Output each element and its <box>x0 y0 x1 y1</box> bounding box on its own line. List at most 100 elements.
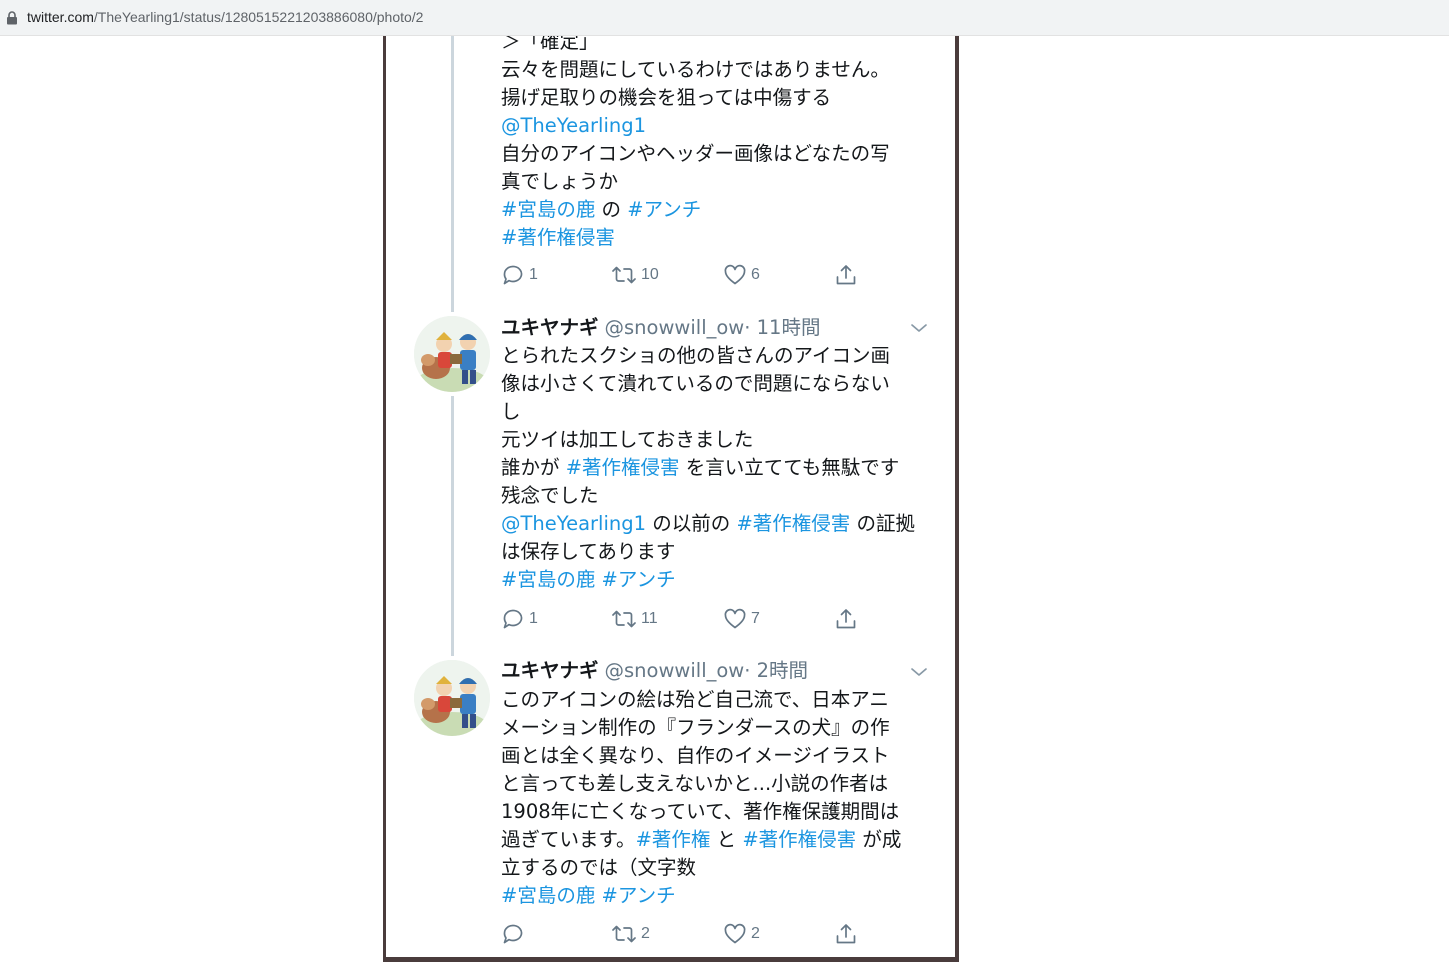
tweet-text-line: 1908年に亡くなっていて、著作権保護期間は <box>501 798 931 826</box>
tweet-text-line: 画とは全く異なり、自作のイメージイラスト <box>501 742 931 770</box>
tweet-time[interactable]: · 2時間 <box>744 659 808 682</box>
retweet-count: 2 <box>641 925 650 942</box>
tweet-text-line: 真でしょうか <box>501 168 931 196</box>
tweet-text-segment: ＞「確定」 <box>501 36 599 53</box>
like-button[interactable]: 6 <box>723 262 760 288</box>
reply-icon <box>503 265 523 285</box>
retweet-icon <box>612 266 636 284</box>
share-icon <box>836 265 856 285</box>
hashtag-link[interactable]: #著作権侵害 <box>736 512 850 535</box>
tweet-text-line: し <box>501 398 931 426</box>
retweet-button[interactable]: 10 <box>611 262 659 288</box>
tweet-text-line: は保存してあります <box>501 538 931 566</box>
tweet-text-line: #宮島の鹿 #アンチ <box>501 882 931 910</box>
reply-count: 1 <box>529 610 538 627</box>
tweet-text-segment: を言い立てても無駄です <box>679 456 900 479</box>
tweet-text-segment: し <box>501 400 521 423</box>
heart-icon <box>724 608 746 629</box>
chevron-down-icon[interactable] <box>910 666 928 678</box>
tweet-text-segment: 自分のアイコンやヘッダー画像はどなたの写 <box>501 142 890 165</box>
photo-frame: ＞「確定」云々を問題にしているわけではありません。 揚げ足取りの機会を狙っては中傷… <box>383 36 959 962</box>
reply-button[interactable]: 1 <box>501 262 538 288</box>
address-bar[interactable]: twitter.com/TheYearling1/status/12805152… <box>0 0 1449 36</box>
like-button[interactable]: 7 <box>723 606 760 632</box>
share-icon <box>836 609 856 629</box>
retweet-button[interactable]: 2 <box>611 921 650 947</box>
author-name[interactable]: ユキヤナギ <box>501 659 599 682</box>
reply-button[interactable]: 1 <box>501 606 538 632</box>
tweet-time[interactable]: · 11時間 <box>744 316 820 339</box>
tweet-text-line: 像は小さくて潰れているので問題にならない <box>501 370 931 398</box>
hashtag-link[interactable]: #宮島の鹿 <box>501 198 595 221</box>
avatar[interactable] <box>414 316 490 392</box>
like-button[interactable]: 2 <box>723 921 760 947</box>
mention-link[interactable]: @TheYearling1 <box>501 512 646 535</box>
retweet-icon <box>612 610 636 628</box>
hashtag-link[interactable]: #アンチ <box>627 198 701 221</box>
avatar-illustration <box>414 316 490 392</box>
tweet-text-line: 云々を問題にしているわけではありません。 <box>501 56 931 84</box>
tweet-text-segment: の証拠 <box>850 512 915 535</box>
reply-button[interactable] <box>501 921 529 947</box>
tweet-thread: ＞「確定」云々を問題にしているわけではありません。 揚げ足取りの機会を狙っては中傷… <box>386 36 955 957</box>
url-text[interactable]: twitter.com/TheYearling1/status/12805152… <box>27 9 423 25</box>
url-host: twitter.com <box>27 9 94 25</box>
heart-icon <box>724 264 746 285</box>
tweet-1-actions: 1 10 6 <box>501 262 881 288</box>
share-icon <box>836 924 856 944</box>
tweet-2-actions: 1 11 7 <box>501 606 881 632</box>
tweet-text-segment: が成 <box>856 828 902 851</box>
tweet-text-line: 立するのでは（文字数 <box>501 854 931 882</box>
share-button[interactable] <box>834 921 858 947</box>
tweet-text-segment: 揚げ足取りの機会を狙っては中傷する <box>501 86 832 109</box>
avatar-illustration <box>414 660 490 736</box>
reply-icon <box>503 924 523 944</box>
tweet-text-line: 残念でした <box>501 482 931 510</box>
thread-line <box>451 396 454 656</box>
like-count: 6 <box>751 266 760 283</box>
tweet-text-segment: の以前の <box>646 512 737 535</box>
tweet-text-line: このアイコンの絵は殆ど自己流で、日本アニ <box>501 686 931 714</box>
author-handle[interactable]: @snowwill_ow <box>605 316 745 339</box>
author-name[interactable]: ユキヤナギ <box>501 316 599 339</box>
hashtag-link[interactable]: #著作権侵害 <box>566 456 680 479</box>
tweet-text-segment: と <box>710 828 743 851</box>
tweet-2-header: ユキヤナギ @snowwill_ow· 11時間 <box>501 314 820 342</box>
heart-icon <box>724 923 746 944</box>
reply-icon <box>503 609 523 629</box>
lock-icon <box>7 11 17 25</box>
hashtag-link[interactable]: #宮島の鹿 <box>501 884 595 907</box>
tweet-3-header: ユキヤナギ @snowwill_ow· 2時間 <box>501 657 808 685</box>
tweet-text-segment: 誰かが <box>501 456 566 479</box>
hashtag-link[interactable]: #著作権 <box>636 828 711 851</box>
mention-link[interactable]: @TheYearling1 <box>501 114 646 137</box>
hashtag-link[interactable]: #アンチ <box>602 568 676 591</box>
tweet-text-segment: 画とは全く異なり、自作のイメージイラスト <box>501 744 890 767</box>
tweet-text-line: とられたスクショの他の皆さんのアイコン画 <box>501 342 931 370</box>
avatar[interactable] <box>414 660 490 736</box>
tweet-text-segment: 像は小さくて潰れているので問題にならない <box>501 372 890 395</box>
retweet-button[interactable]: 11 <box>611 606 658 632</box>
tweet-text-line: 揚げ足取りの機会を狙っては中傷する <box>501 84 931 112</box>
tweet-text-segment: 真でしょうか <box>501 170 619 193</box>
tweet-text-segment: 残念でした <box>501 484 599 507</box>
author-handle[interactable]: @snowwill_ow <box>605 659 745 682</box>
hashtag-link[interactable]: #アンチ <box>602 884 676 907</box>
tweet-text-line: #著作権侵害 <box>501 224 931 252</box>
hashtag-link[interactable]: #宮島の鹿 <box>501 568 595 591</box>
hashtag-link[interactable]: #著作権侵害 <box>501 226 615 249</box>
share-button[interactable] <box>834 606 858 632</box>
tweet-text-segment: 1908年に亡くなっていて、著作権保護期間は <box>501 800 900 823</box>
hashtag-link[interactable]: #著作権侵害 <box>742 828 856 851</box>
tweet-text-line: メーション制作の『フランダースの犬』の作 <box>501 714 931 742</box>
retweet-count: 11 <box>641 610 658 627</box>
tweet-text-segment: 云々を問題にしているわけではありません。 <box>501 58 890 81</box>
tweet-text-line: 自分のアイコンやヘッダー画像はどなたの写 <box>501 140 931 168</box>
retweet-icon <box>612 925 636 943</box>
tweet-text-line: と言っても差し支えないかと...小説の作者は <box>501 770 931 798</box>
tweet-text-line: 過ぎています。#著作権 と #著作権侵害 が成 <box>501 826 931 854</box>
reply-count: 1 <box>529 266 538 283</box>
chevron-down-icon[interactable] <box>910 322 928 334</box>
share-button[interactable] <box>834 262 858 288</box>
tweet-text-line: @TheYearling1 の以前の #著作権侵害 の証拠 <box>501 510 931 538</box>
